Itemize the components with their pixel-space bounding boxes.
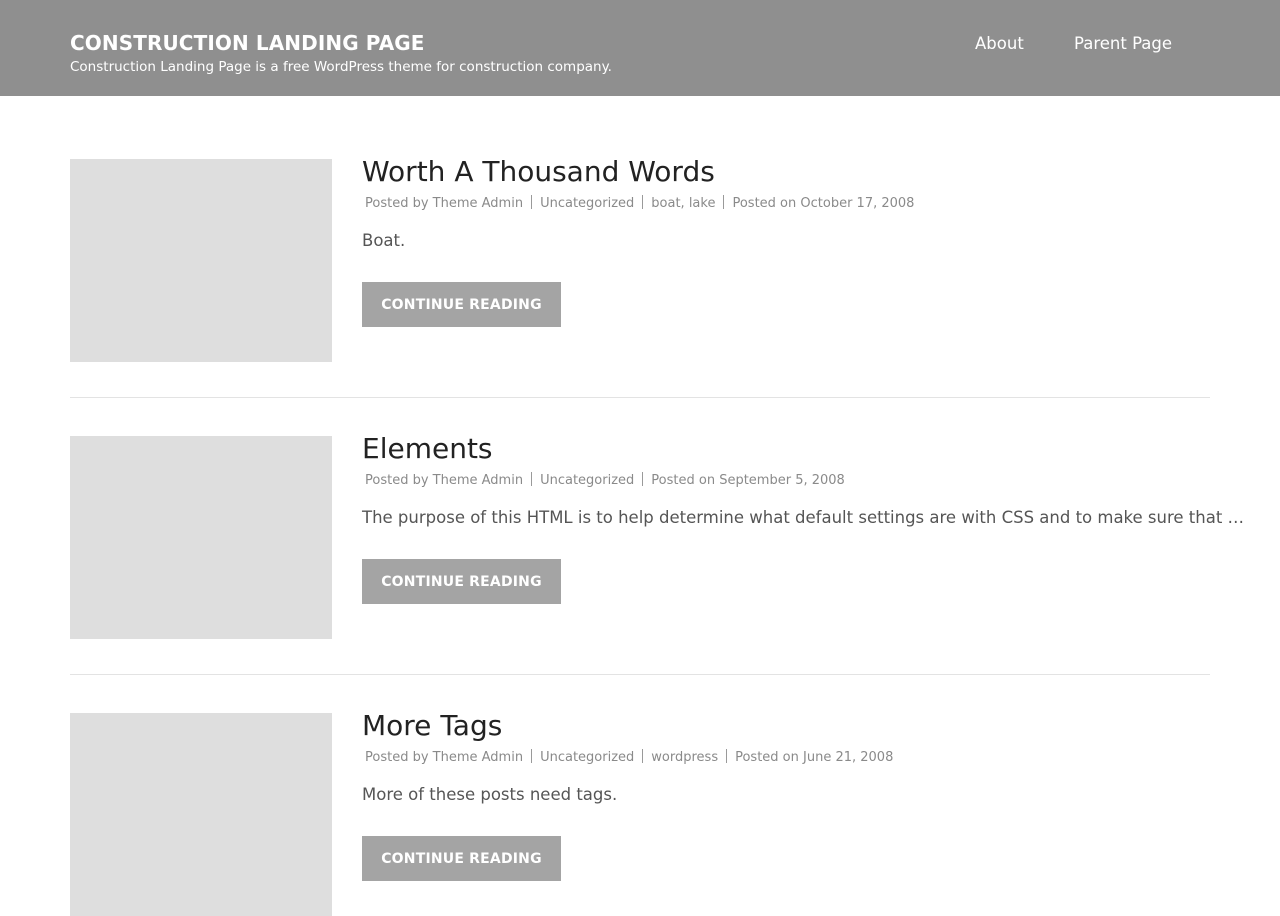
post-tags-link[interactable]: boat, lake — [651, 196, 715, 211]
post-meta: Posted by Theme Admin Uncategorized wordpr… — [365, 749, 893, 765]
site-description: Construction Landing Page is a free Word… — [70, 59, 612, 75]
post-thumbnail[interactable] — [70, 713, 332, 916]
post-thumbnail[interactable] — [70, 159, 332, 362]
post-tags-link[interactable]: wordpress — [651, 750, 718, 765]
post-excerpt: More of these posts need tags. — [362, 785, 618, 804]
post-author-link[interactable]: Theme Admin — [433, 196, 523, 211]
post-thumbnail[interactable] — [70, 436, 332, 639]
post-item: More Tags Posted by Theme Admin Uncategor… — [70, 709, 1210, 916]
meta-divider — [723, 195, 725, 209]
continue-reading-button[interactable]: CONTINUE READING — [362, 836, 561, 881]
meta-divider — [642, 195, 644, 209]
post-category-link[interactable]: Uncategorized — [540, 750, 634, 765]
post-author-link[interactable]: Theme Admin — [433, 750, 523, 765]
post-meta: Posted by Theme Admin Uncategorized Posted… — [365, 472, 845, 488]
continue-reading-button[interactable]: CONTINUE READING — [362, 559, 561, 604]
posted-on-label: Posted on — [732, 196, 797, 211]
post-divider — [70, 397, 1210, 398]
site-title[interactable]: CONSTRUCTION LANDING PAGE — [70, 31, 425, 55]
posted-on-label: Posted on — [651, 473, 716, 488]
continue-reading-button[interactable]: CONTINUE READING — [362, 282, 561, 327]
post-excerpt: Boat. — [362, 231, 406, 250]
post-date-link[interactable]: June 21, 2008 — [803, 750, 893, 765]
meta-divider — [531, 749, 533, 763]
meta-divider — [642, 749, 644, 763]
post-author-link[interactable]: Theme Admin — [433, 473, 523, 488]
meta-divider — [531, 195, 533, 209]
nav-item-parent-page[interactable]: Parent Page — [1074, 34, 1172, 53]
post-title[interactable]: Worth A Thousand Words — [362, 155, 715, 188]
meta-divider — [531, 472, 533, 486]
post-date-link[interactable]: October 17, 2008 — [800, 196, 914, 211]
post-title[interactable]: Elements — [362, 432, 493, 465]
site-header: CONSTRUCTION LANDING PAGE Construction L… — [0, 0, 1280, 96]
post-divider — [70, 674, 1210, 675]
posted-by-label: Posted by — [365, 473, 429, 488]
post-title[interactable]: More Tags — [362, 709, 502, 742]
post-category-link[interactable]: Uncategorized — [540, 196, 634, 211]
posted-by-label: Posted by — [365, 196, 429, 211]
post-item: Worth A Thousand Words Posted by Theme A… — [70, 155, 1210, 362]
post-category-link[interactable]: Uncategorized — [540, 473, 634, 488]
post-excerpt: The purpose of this HTML is to help dete… — [362, 508, 1245, 527]
posted-on-label: Posted on — [735, 750, 799, 765]
meta-divider — [642, 472, 644, 486]
post-item: Elements Posted by Theme Admin Uncategori… — [70, 432, 1244, 639]
nav-item-about[interactable]: About — [975, 34, 1024, 53]
post-date-link[interactable]: September 5, 2008 — [719, 473, 845, 488]
meta-divider — [726, 749, 728, 763]
post-meta: Posted by Theme Admin Uncategorized boat, … — [365, 195, 914, 211]
posted-by-label: Posted by — [365, 750, 429, 765]
